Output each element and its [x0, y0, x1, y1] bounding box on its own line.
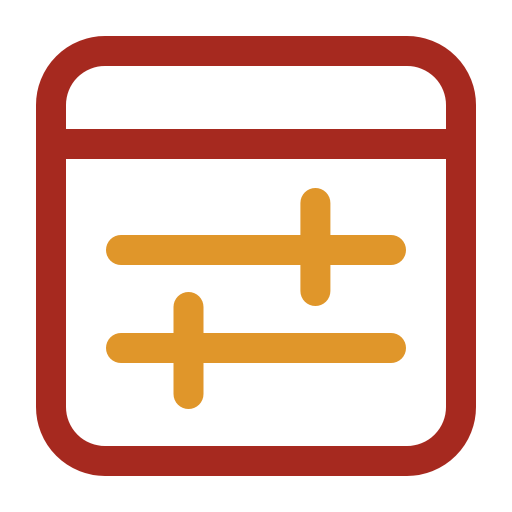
- icon-svg: [0, 0, 512, 512]
- window-settings-sliders-icon: [0, 0, 512, 512]
